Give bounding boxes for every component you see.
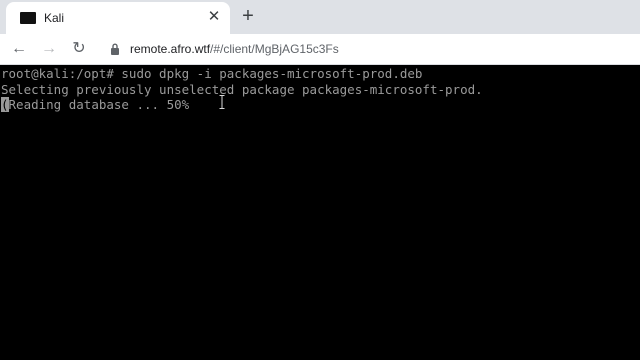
terminal-icon [20, 12, 36, 24]
close-icon[interactable]: ✕ [206, 9, 222, 25]
tab-title: Kali [44, 11, 65, 25]
url-host: remote.afro.wtf [130, 42, 211, 56]
back-button[interactable]: ← [9, 39, 29, 59]
terminal-cursor: ( [1, 97, 9, 112]
terminal-line: root@kali:/opt# sudo dpkg -i packages-mi… [1, 66, 423, 81]
new-tab-button[interactable]: + [238, 6, 258, 26]
forward-button[interactable]: → [39, 39, 59, 59]
address-bar[interactable]: remote.afro.wtf/#/client/MgBjAG15c3Fs [100, 37, 632, 61]
tab-strip: Kali ✕ + [0, 0, 640, 34]
terminal-progress-text: Reading database ... 50% [8, 97, 190, 112]
lock-icon[interactable] [110, 43, 120, 55]
url-text[interactable]: remote.afro.wtf/#/client/MgBjAG15c3Fs [130, 41, 339, 57]
terminal-line: Selecting previously unselected package … [1, 81, 483, 97]
terminal-current-line: (Reading database ... 50% [1, 97, 640, 113]
reload-button[interactable]: ↻ [69, 39, 89, 59]
terminal-screen[interactable]: root@kali:/opt# sudo dpkg -i packages-mi… [0, 65, 640, 360]
toolbar: ← → ↻ remote.afro.wtf/#/client/MgBjAG15c… [0, 34, 640, 65]
browser-window: Kali ✕ + ← → ↻ remote.afro.wtf/#/client/… [0, 0, 640, 360]
text-cursor-icon [219, 95, 225, 109]
url-path: /#/client/MgBjAG15c3Fs [210, 42, 339, 56]
tab-kali[interactable]: Kali ✕ [6, 2, 230, 34]
